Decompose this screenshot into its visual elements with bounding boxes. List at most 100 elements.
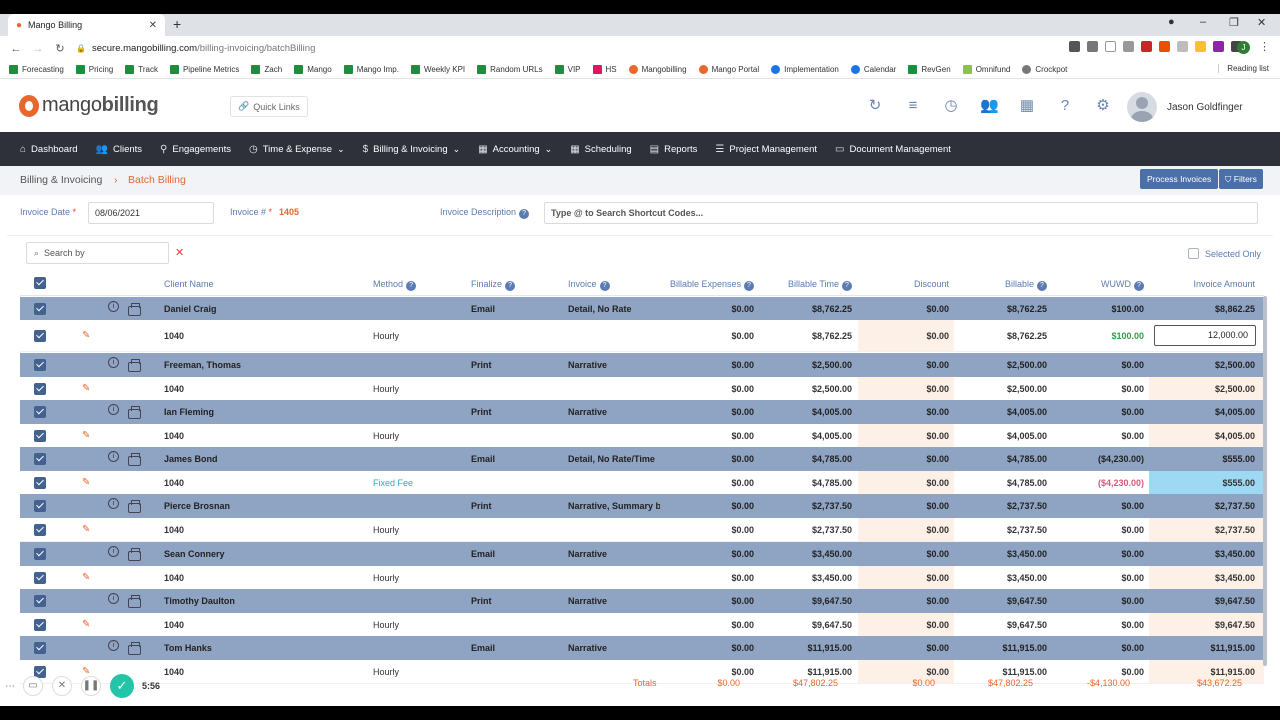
minimize-icon[interactable]: –	[1200, 16, 1206, 28]
quick-links-button[interactable]: 🔗 Quick Links	[230, 96, 308, 117]
browser-menu-icon[interactable]: ⋮	[1259, 40, 1270, 53]
nav-clients[interactable]: 👥 Clients	[96, 144, 143, 155]
bookmark-item[interactable]: Zach	[251, 65, 282, 74]
header-invoice[interactable]: Invoice?	[568, 279, 610, 291]
engagement-row[interactable]: ✎ 1040 Hourly $0.00 $3,450.00 $0.00 $3,450.00 $…	[20, 566, 1264, 590]
bookmark-item[interactable]: Mango Portal	[698, 65, 759, 74]
row-checkbox[interactable]	[34, 500, 46, 512]
search-input[interactable]: ⌕ Search by	[26, 242, 169, 264]
row-checkbox[interactable]	[34, 548, 46, 560]
header-discount[interactable]: Discount	[914, 279, 949, 289]
printer-icon[interactable]	[128, 548, 141, 561]
browser-tab[interactable]: ● Mango Billing ✕	[8, 14, 165, 36]
row-checkbox[interactable]	[34, 524, 46, 536]
row-checkbox[interactable]	[34, 303, 46, 315]
row-checkbox[interactable]	[34, 406, 46, 418]
camera-icon[interactable]: ▭	[23, 676, 43, 696]
header-wuwd[interactable]: WUWD?	[1101, 279, 1144, 291]
settings-gears-icon[interactable]: ⚙	[1094, 97, 1112, 115]
bookmark-item[interactable]: Random URLs	[477, 65, 543, 74]
row-checkbox[interactable]	[34, 642, 46, 654]
pencil-icon[interactable]: ✎	[82, 330, 90, 341]
info-icon[interactable]: i	[108, 357, 119, 368]
finish-recording-icon[interactable]: ✓	[110, 674, 134, 698]
extension-icon[interactable]	[1213, 41, 1224, 52]
refresh-icon[interactable]: ↻	[866, 97, 884, 115]
nav-engagements[interactable]: ⚲ Engagements	[160, 144, 231, 155]
row-checkbox[interactable]	[34, 359, 46, 371]
pencil-icon[interactable]: ✎	[82, 572, 90, 583]
header-billable[interactable]: Billable?	[1005, 279, 1047, 291]
mangobilling-logo[interactable]: mangobilling	[19, 94, 159, 117]
bookmark-item[interactable]: Omnifund	[962, 65, 1010, 74]
process-invoices-button[interactable]: Process Invoices	[1140, 169, 1219, 189]
profile-avatar[interactable]: J	[1237, 41, 1250, 54]
nav-billing-invoicing[interactable]: $ Billing & Invoicing ⌄	[363, 144, 461, 155]
row-checkbox[interactable]	[34, 453, 46, 465]
nav-accounting[interactable]: ▦ Accounting ⌄	[478, 144, 552, 155]
pencil-icon[interactable]: ✎	[82, 524, 90, 535]
printer-icon[interactable]	[128, 453, 141, 466]
maximize-icon[interactable]: ❐	[1229, 16, 1239, 29]
extension-icon[interactable]	[1177, 41, 1188, 52]
row-checkbox[interactable]	[34, 430, 46, 442]
client-row[interactable]: i Daniel Craig Email Detail, No Rate $0.00 $8…	[20, 297, 1264, 321]
menu-list-icon[interactable]: ≡	[904, 97, 922, 115]
engagement-row[interactable]: ✎ 1040 Hourly $0.00 $4,005.00 $0.00 $4,005.00 $…	[20, 424, 1264, 448]
printer-icon[interactable]	[128, 642, 141, 655]
client-row[interactable]: i Timothy Daulton Print Narrative $0.00 $9,64…	[20, 589, 1264, 613]
pencil-icon[interactable]: ✎	[82, 619, 90, 630]
header-method[interactable]: Method?	[373, 279, 417, 291]
info-icon[interactable]: i	[108, 451, 119, 462]
client-row[interactable]: i Tom Hanks Email Narrative $0.00 $11,915.00 $…	[20, 636, 1264, 660]
engagement-row[interactable]: ✎ 1040 Hourly $0.00 $8,762.25 $0.00 $8,762.25 $…	[20, 320, 1264, 352]
extension-icon[interactable]	[1195, 41, 1206, 52]
client-row[interactable]: i Ian Fleming Print Narrative $0.00 $4,005.00…	[20, 400, 1264, 424]
camera-icon[interactable]	[1069, 41, 1080, 52]
user-avatar[interactable]	[1127, 92, 1157, 122]
info-icon[interactable]: i	[108, 404, 119, 415]
printer-icon[interactable]	[128, 500, 141, 513]
client-row[interactable]: i Sean Connery Email Narrative $0.00 $3,450.0…	[20, 542, 1264, 566]
reading-list[interactable]: Reading list	[1218, 64, 1269, 73]
info-icon[interactable]: i	[108, 593, 119, 604]
row-checkbox[interactable]	[34, 595, 46, 607]
tab-search-icon[interactable]: ●	[1168, 16, 1175, 28]
back-icon[interactable]: ←	[10, 43, 22, 55]
bookmark-item[interactable]: HS	[592, 65, 617, 74]
extension-icon[interactable]	[1141, 41, 1152, 52]
header-finalize[interactable]: Finalize?	[471, 279, 516, 291]
users-icon[interactable]: 👥	[980, 97, 999, 115]
nav-document-management[interactable]: ▭ Document Management	[835, 144, 951, 155]
bookmark-item[interactable]: Forecasting	[9, 65, 64, 74]
key-icon[interactable]	[1087, 41, 1098, 52]
bookmark-item[interactable]: Weekly KPI	[410, 65, 465, 74]
filters-button[interactable]: ⛉ Filters	[1219, 169, 1263, 189]
printer-icon[interactable]	[128, 303, 141, 316]
pencil-icon[interactable]: ✎	[82, 383, 90, 394]
printer-icon[interactable]	[128, 359, 141, 372]
row-checkbox[interactable]	[34, 572, 46, 584]
timer-icon[interactable]: ◷	[942, 97, 960, 115]
engagement-row[interactable]: ✎ 1040 Hourly $0.00 $9,647.50 $0.00 $9,647.50 $…	[20, 613, 1264, 637]
info-icon[interactable]: i	[108, 301, 119, 312]
drag-handle-icon[interactable]: ⋯	[5, 681, 15, 692]
nav-time-expense[interactable]: ◷ Time & Expense ⌄	[249, 144, 345, 155]
engagement-row[interactable]: ✎ 1040 Fixed Fee $0.00 $4,785.00 $0.00 $4,785.…	[20, 471, 1264, 495]
reload-icon[interactable]: ↻	[54, 42, 66, 55]
info-icon[interactable]: i	[108, 546, 119, 557]
client-row[interactable]: i James Bond Email Detail, No Rate/Time $0.0…	[20, 447, 1264, 471]
row-checkbox[interactable]	[34, 383, 46, 395]
calendar-icon[interactable]: ▦	[1018, 97, 1036, 115]
star-icon[interactable]	[1105, 41, 1116, 52]
engagement-row[interactable]: ✎ 1040 Hourly $0.00 $2,737.50 $0.00 $2,737.50 $…	[20, 518, 1264, 542]
nav-dashboard[interactable]: ⌂ Dashboard	[20, 144, 78, 155]
tab-close-icon[interactable]: ✕	[149, 20, 157, 31]
bookmark-item[interactable]: Mango Imp.	[343, 65, 399, 74]
window-close-icon[interactable]: ✕	[1257, 16, 1266, 29]
bookmark-item[interactable]: VIP	[554, 65, 581, 74]
table-scrollbar[interactable]	[1263, 296, 1267, 666]
selected-only-checkbox[interactable]	[1188, 248, 1199, 259]
client-row[interactable]: i Pierce Brosnan Print Narrative, Summary b…	[20, 494, 1264, 518]
bookmark-item[interactable]: RevGen	[908, 65, 951, 74]
